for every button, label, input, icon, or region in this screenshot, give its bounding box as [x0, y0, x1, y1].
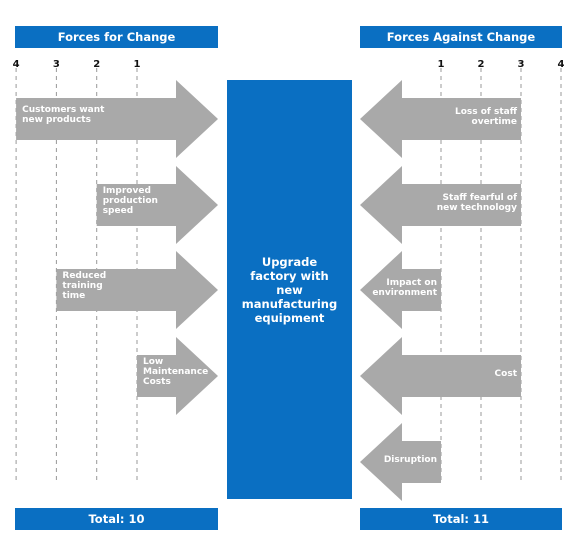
force-label: Loss of staff overtime — [455, 107, 517, 127]
force-label-line: environment — [372, 288, 437, 298]
proposed-change: Upgrade factory with new manufacturing e… — [227, 80, 352, 499]
scale-tick: 1 — [437, 59, 445, 70]
force-label: Staff fearful of new technology — [437, 193, 517, 213]
force-label-line: Impact on — [386, 278, 437, 288]
force-label-line: Improved — [102, 186, 151, 196]
force-label: Reduced training time — [62, 271, 106, 301]
scale-tick: 3 — [52, 59, 60, 70]
force-label-line: Staff fearful of — [442, 193, 517, 203]
force-label: Low Maintenance Costs — [143, 357, 208, 387]
proposed-change-label: Upgrade factory with new manufacturing e… — [241, 254, 338, 325]
left-total: Total: 10 — [15, 508, 218, 530]
force-label-line: Costs — [143, 377, 171, 387]
scale-tick: 4 — [557, 59, 565, 70]
force-label-line: overtime — [471, 117, 517, 127]
force-label: Impact on environment — [372, 278, 437, 298]
force-label-line: speed — [102, 206, 134, 216]
force-label-line: Reduced — [62, 271, 107, 281]
force-label-line: Maintenance — [143, 367, 209, 377]
force-label-line: training — [62, 281, 103, 291]
force-label-line: Low — [143, 357, 164, 367]
force-label-line: time — [62, 291, 86, 301]
right-total: Total: 11 — [360, 508, 562, 530]
force-label-line: Customers want — [22, 105, 105, 115]
force-label-line: new technology — [436, 203, 517, 213]
scale-tick: 3 — [517, 59, 525, 70]
force-label-line: new products — [22, 115, 91, 125]
scale-tick: 4 — [12, 59, 20, 70]
scale-tick: 2 — [477, 59, 485, 70]
force-label-line: Disruption — [383, 455, 437, 465]
force-label: Disruption — [384, 455, 437, 465]
force-label-line: Cost — [494, 369, 517, 379]
force-label-line: production — [102, 196, 158, 206]
scale-tick: 2 — [93, 59, 101, 70]
force-label: Improved production speed — [103, 186, 158, 216]
force-label: Customers want new products — [22, 105, 104, 125]
scale-tick: 1 — [133, 59, 141, 70]
force-label-line: Loss of staff — [454, 107, 517, 117]
force-label: Cost — [495, 369, 517, 379]
